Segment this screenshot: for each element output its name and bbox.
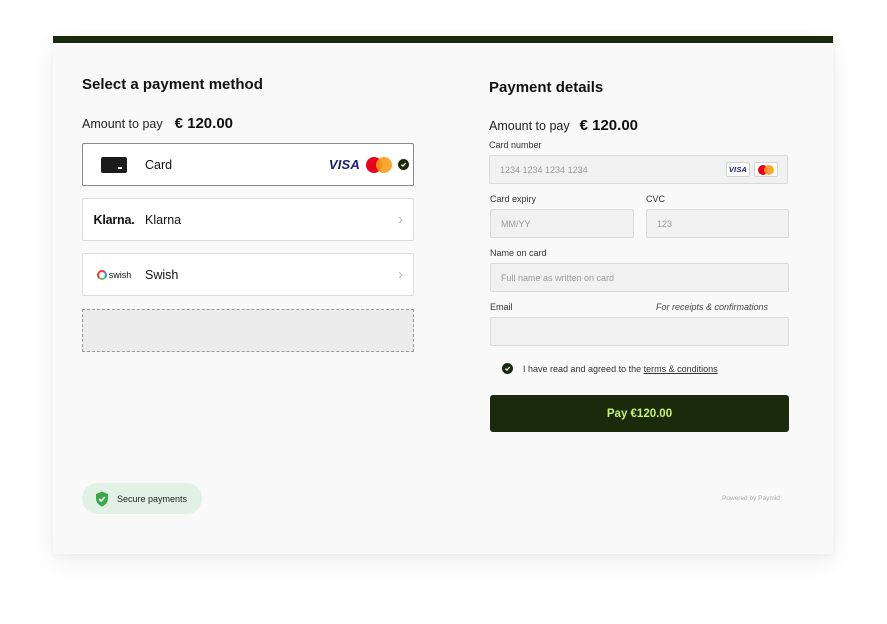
payment-panel: Select a payment method Amount to pay € … [53, 36, 833, 554]
card-number-input[interactable]: 1234 1234 1234 1234 VISA [489, 155, 788, 184]
mastercard-logo [366, 156, 392, 173]
klarna-logo: Klarna. [93, 212, 135, 227]
chevron-right-icon: › [398, 266, 403, 283]
name-on-card-input[interactable]: Full name as written on card [490, 263, 789, 292]
email-hint: For receipts & confirmations [656, 302, 769, 312]
terms-row: I have read and agreed to the terms & co… [502, 363, 718, 374]
method-card[interactable]: Card VISA [82, 143, 414, 186]
amount-value: € 120.00 [174, 115, 233, 132]
card-expiry-label: Card expiry [490, 194, 537, 204]
terms-checkbox[interactable] [502, 363, 513, 374]
pay-button[interactable]: Pay €120.00 [490, 395, 789, 432]
secure-payments-label: Secure payments [117, 493, 188, 504]
mastercard-badge [754, 162, 778, 177]
secure-payments-badge: Secure payments [82, 483, 202, 514]
method-klarna-label: Klarna [145, 212, 182, 227]
name-on-card-label: Name on card [490, 248, 547, 258]
chevron-right-icon: › [398, 211, 403, 228]
terms-text: I have read and agreed to the terms & co… [523, 363, 718, 374]
visa-badge: VISA [726, 162, 750, 177]
email-label: Email [490, 302, 513, 312]
placeholder-method-slot [82, 309, 414, 352]
shield-icon [96, 491, 108, 506]
swish-logo: swish [83, 269, 145, 280]
terms-link[interactable]: terms & conditions [644, 364, 718, 374]
credit-card-icon [83, 156, 145, 173]
amount-row-left: Amount to pay € 120.00 [82, 115, 233, 132]
cvc-label: CVC [646, 194, 666, 204]
select-method-title: Select a payment method [82, 76, 263, 93]
payment-details-title: Payment details [489, 79, 604, 96]
amount-row-right: Amount to pay € 120.00 [489, 117, 638, 134]
powered-by-label: Powered by Paymid [722, 495, 780, 502]
cvc-input[interactable]: 123 [646, 209, 789, 238]
card-number-label: Card number [489, 140, 542, 150]
amount-label: Amount to pay [489, 119, 570, 133]
amount-value: € 120.00 [579, 117, 638, 134]
method-swish[interactable]: swish Swish › [82, 253, 414, 296]
method-klarna[interactable]: Klarna. Klarna › [82, 198, 414, 241]
top-accent-bar [53, 36, 833, 43]
email-input[interactable] [490, 317, 789, 346]
method-swish-label: Swish [145, 267, 179, 282]
visa-logo: VISA [328, 157, 360, 172]
method-card-label: Card [145, 157, 173, 172]
amount-label: Amount to pay [82, 117, 163, 131]
check-icon [398, 159, 409, 170]
card-expiry-input[interactable]: MM/YY [490, 209, 634, 238]
